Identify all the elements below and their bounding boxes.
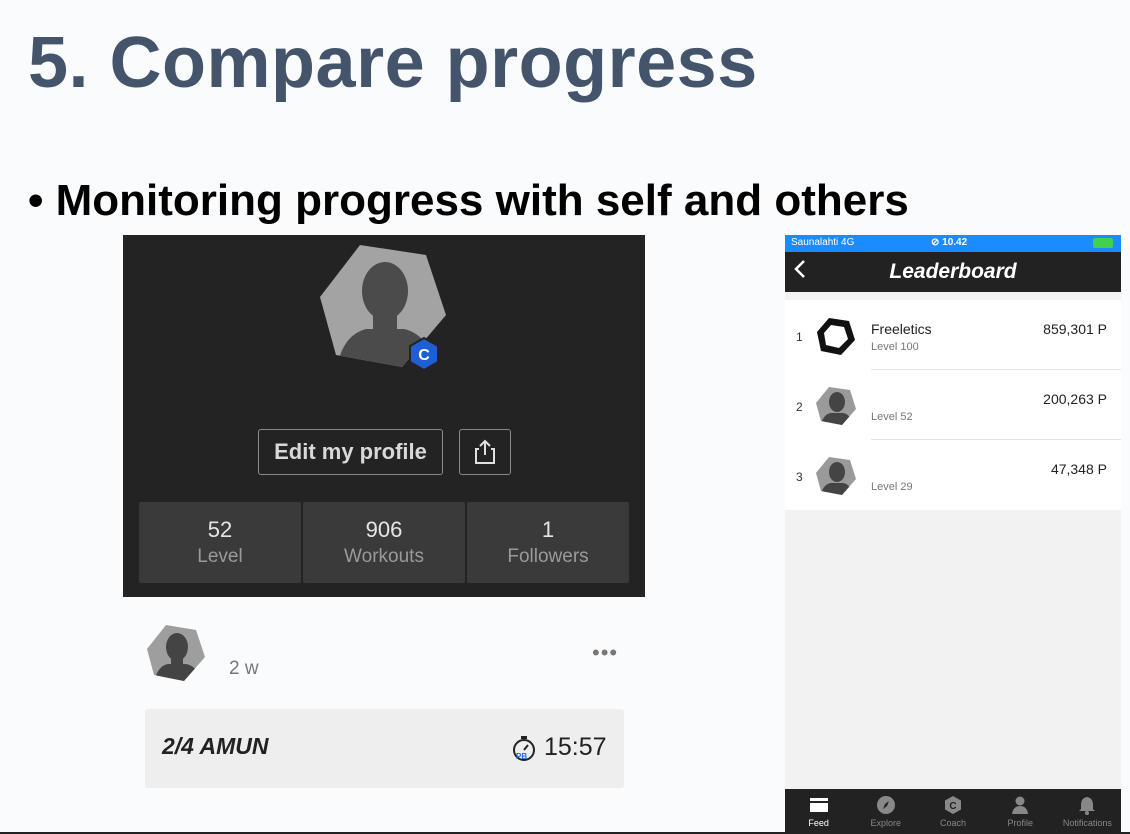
tab-coach[interactable]: C Coach xyxy=(919,789,986,834)
tab-feed[interactable]: Feed xyxy=(785,789,852,834)
rank: 3 xyxy=(796,470,803,484)
tab-explore[interactable]: Explore xyxy=(852,789,919,834)
svg-text:C: C xyxy=(949,801,956,812)
share-icon xyxy=(475,439,495,464)
carrier-label: Saunalahti 4G xyxy=(791,237,855,248)
tab-label: Profile xyxy=(1007,818,1033,828)
post-avatar[interactable] xyxy=(146,623,206,683)
profile-avatar[interactable]: C xyxy=(318,241,448,372)
leaderboard-row[interactable]: 1 Freeletics Level 100 859,301 P xyxy=(785,300,1121,370)
user-level: Level 100 xyxy=(871,341,919,353)
svg-text:C: C xyxy=(418,347,430,364)
post-timestamp: 2 w xyxy=(229,658,259,679)
tab-notifications[interactable]: Notifications xyxy=(1054,789,1121,834)
user-avatar xyxy=(815,455,857,497)
leaderboard-phone: Saunalahti 4G ⊘ 10.42 Leaderboard 1 Free… xyxy=(785,235,1121,834)
freeletics-logo-icon xyxy=(815,315,857,357)
coach-icon: C xyxy=(943,795,963,815)
leaderboard-header: Leaderboard xyxy=(785,252,1121,292)
stat-value: 52 xyxy=(207,517,233,542)
svg-text:PB: PB xyxy=(516,752,527,761)
tab-label: Feed xyxy=(808,818,829,828)
feed-icon xyxy=(809,795,829,815)
leaderboard-title: Leaderboard xyxy=(889,260,1017,283)
user-points: 47,348 P xyxy=(1050,461,1107,477)
user-points: 200,263 P xyxy=(1043,391,1107,407)
profile-panel: C Edit my profile 52 Level 906 Workouts … xyxy=(123,235,645,597)
rank: 1 xyxy=(796,330,803,344)
more-options-icon[interactable]: ••• xyxy=(592,640,618,666)
user-avatar xyxy=(815,385,857,427)
status-bar: Saunalahti 4G ⊘ 10.42 xyxy=(785,235,1121,252)
edit-profile-button[interactable]: Edit my profile xyxy=(258,429,443,475)
clock: ⊘ 10.42 xyxy=(931,237,968,248)
slide: 5. Compare progress • Monitoring progres… xyxy=(0,0,1130,834)
bottom-tab-bar: Feed Explore C Coach Profile Notificatio… xyxy=(785,789,1121,834)
leaderboard-row[interactable]: 2 Level 52 200,263 P xyxy=(785,370,1121,440)
user-name: Freeletics xyxy=(871,321,932,337)
workout-time: PB 15:57 xyxy=(510,733,607,762)
stat-label: Workouts xyxy=(344,546,424,567)
bell-icon xyxy=(1078,795,1096,815)
battery-icon xyxy=(1093,238,1113,248)
stat-value: 906 xyxy=(365,517,403,542)
user-level: Level 52 xyxy=(871,411,913,423)
workout-duration: 15:57 xyxy=(544,733,607,761)
workout-card[interactable]: 2/4 AMUN PB 15:57 xyxy=(145,709,624,788)
stat-workouts[interactable]: 906 Workouts xyxy=(303,502,465,583)
stat-label: Followers xyxy=(507,546,589,567)
tab-label: Explore xyxy=(870,818,902,828)
user-points: 859,301 P xyxy=(1043,321,1107,337)
share-button[interactable] xyxy=(459,429,511,475)
coach-badge-icon: C xyxy=(409,336,439,372)
stopwatch-pb-icon: PB xyxy=(513,735,535,761)
profile-stats: 52 Level 906 Workouts 1 Followers xyxy=(139,502,629,583)
stat-label: Level xyxy=(197,546,243,567)
stat-value: 1 xyxy=(541,517,555,542)
tab-profile[interactable]: Profile xyxy=(987,789,1054,834)
compass-icon xyxy=(876,795,896,815)
stat-level[interactable]: 52 Level xyxy=(139,502,301,583)
slide-bullet: • Monitoring progress with self and othe… xyxy=(28,176,909,225)
rank: 2 xyxy=(796,400,803,414)
stat-followers[interactable]: 1 Followers xyxy=(467,502,629,583)
tab-label: Coach xyxy=(940,818,967,828)
user-level: Level 29 xyxy=(871,481,913,493)
leaderboard-list: 1 Freeletics Level 100 859,301 P 2 Level… xyxy=(785,300,1121,510)
person-icon xyxy=(1010,795,1030,815)
tab-label: Notifications xyxy=(1062,818,1112,828)
slide-title: 5. Compare progress xyxy=(28,23,758,103)
leaderboard-row[interactable]: 3 Level 29 47,348 P xyxy=(785,440,1121,510)
workout-name: 2/4 AMUN xyxy=(162,733,269,759)
